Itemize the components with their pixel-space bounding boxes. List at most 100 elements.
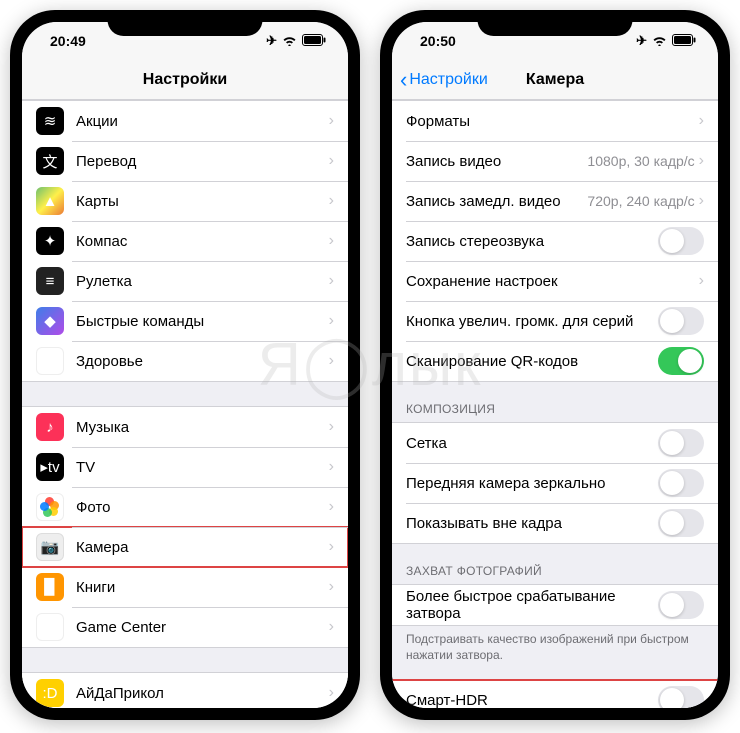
row-label: Запись стереозвука: [406, 233, 658, 250]
chevron-right-icon: ›: [329, 272, 334, 290]
measure-icon: ≡: [36, 267, 64, 295]
notch: [108, 10, 263, 36]
setting-row: Показывать вне кадра: [392, 503, 718, 543]
notch: [478, 10, 633, 36]
chevron-right-icon: ›: [329, 684, 334, 702]
screen-right: 20:50 ✈ ‹ Настройки Камера Форматы›Запис…: [392, 22, 718, 708]
toggle-switch[interactable]: [658, 509, 704, 537]
settings-row-ad[interactable]: :DАйДаПрикол›: [22, 673, 348, 708]
row-label: TV: [76, 459, 329, 476]
books-icon: ▉: [36, 573, 64, 601]
toggle-switch[interactable]: [658, 591, 704, 619]
row-detail: 1080p, 30 кадр/с: [587, 153, 694, 169]
battery-icon: [302, 34, 326, 49]
setting-row[interactable]: Сохранение настроек›: [392, 261, 718, 301]
wifi-icon: [652, 34, 667, 49]
nav-bar: ‹ Настройки Камера: [392, 60, 718, 100]
settings-list[interactable]: ≋Акции›文Перевод›▲Карты›✦Компас›≡Рулетка›…: [22, 100, 348, 708]
row-label: Форматы: [406, 113, 699, 130]
section-footer-shutter: Подстраивать качество изображений при бы…: [392, 626, 718, 671]
row-label: Камера: [76, 539, 329, 556]
row-label: Передняя камера зеркально: [406, 475, 658, 492]
toggle-switch[interactable]: [658, 347, 704, 375]
chevron-right-icon: ›: [329, 312, 334, 330]
status-icons: ✈: [636, 33, 696, 49]
clock: 20:50: [420, 33, 456, 49]
row-label: Сетка: [406, 435, 658, 452]
toggle-switch[interactable]: [658, 227, 704, 255]
toggle-switch[interactable]: [658, 429, 704, 457]
page-title: Камера: [526, 71, 584, 89]
setting-row[interactable]: Запись видео1080p, 30 кадр/с ›: [392, 141, 718, 181]
camera-settings-list[interactable]: Форматы›Запись видео1080p, 30 кадр/с›Зап…: [392, 100, 718, 708]
screen-left: 20:49 ✈ Настройки ≋Акции›文Перевод›▲Карты…: [22, 22, 348, 708]
row-label: Быстрые команды: [76, 313, 329, 330]
compass-icon: ✦: [36, 227, 64, 255]
chevron-right-icon: ›: [699, 152, 704, 170]
airplane-icon: ✈: [266, 33, 277, 49]
phone-frame-right: 20:50 ✈ ‹ Настройки Камера Форматы›Запис…: [380, 10, 730, 720]
chevron-right-icon: ›: [329, 352, 334, 370]
settings-row-measure[interactable]: ≡ Рулетка›: [22, 261, 348, 301]
setting-row: Сканирование QR-кодов: [392, 341, 718, 381]
setting-row[interactable]: Форматы›: [392, 101, 718, 141]
row-label: Сохранение настроек: [406, 273, 699, 290]
setting-row: Передняя камера зеркально: [392, 463, 718, 503]
section-header-capture: ЗАХВАТ ФОТОГРАФИЙ: [392, 544, 718, 584]
maps-icon: ▲: [36, 187, 64, 215]
page-title: Настройки: [143, 71, 227, 89]
chevron-right-icon: ›: [329, 418, 334, 436]
status-icons: ✈: [266, 33, 326, 49]
settings-row-tv[interactable]: ▸tvTV›: [22, 447, 348, 487]
back-label: Настройки: [409, 71, 487, 89]
row-label: Акции: [76, 113, 329, 130]
row-label: Карты: [76, 193, 329, 210]
settings-row-photos[interactable]: Фото›: [22, 487, 348, 527]
chevron-right-icon: ›: [329, 578, 334, 596]
row-label: Кнопка увелич. громк. для серий: [406, 313, 658, 330]
row-label: Game Center: [76, 619, 329, 636]
setting-row: Запись стереозвука: [392, 221, 718, 261]
setting-row: Смарт-HDR: [392, 680, 718, 708]
settings-row-compass[interactable]: ✦Компас›: [22, 221, 348, 261]
battery-icon: [672, 34, 696, 49]
toggle-switch[interactable]: [658, 307, 704, 335]
chevron-right-icon: ›: [699, 272, 704, 290]
row-label: Запись видео: [406, 153, 587, 170]
gc-icon: ●●: [36, 613, 64, 641]
settings-row-camera[interactable]: 📷Камера›: [22, 527, 348, 567]
chevron-right-icon: ›: [329, 538, 334, 556]
settings-row-shortcuts[interactable]: ◆ Быстрые команды›: [22, 301, 348, 341]
settings-row-books[interactable]: ▉Книги›: [22, 567, 348, 607]
row-label: Рулетка: [76, 273, 329, 290]
chevron-right-icon: ›: [329, 152, 334, 170]
airplane-icon: ✈: [636, 33, 647, 49]
settings-row-translate[interactable]: 文 Перевод›: [22, 141, 348, 181]
chevron-right-icon: ›: [329, 232, 334, 250]
translate-icon: 文: [36, 147, 64, 175]
setting-row: Сетка: [392, 423, 718, 463]
toggle-switch[interactable]: [658, 686, 704, 708]
chevron-right-icon: ›: [329, 498, 334, 516]
wifi-icon: [282, 34, 297, 49]
chevron-right-icon: ›: [329, 112, 334, 130]
settings-row-health[interactable]: ♥Здоровье›: [22, 341, 348, 381]
row-label: Перевод: [76, 153, 329, 170]
shortcuts-icon: ◆: [36, 307, 64, 335]
row-label: Сканирование QR-кодов: [406, 353, 658, 370]
setting-row: Более быстрое срабатывание затвора: [392, 585, 718, 625]
back-button[interactable]: ‹ Настройки: [400, 69, 488, 91]
settings-row-gc[interactable]: ●●Game Center›: [22, 607, 348, 647]
settings-row-maps[interactable]: ▲Карты›: [22, 181, 348, 221]
nav-bar: Настройки: [22, 60, 348, 100]
chevron-right-icon: ›: [699, 112, 704, 130]
toggle-switch[interactable]: [658, 469, 704, 497]
chevron-right-icon: ›: [699, 192, 704, 210]
settings-row-music[interactable]: ♪Музыка›: [22, 407, 348, 447]
setting-row[interactable]: Запись замедл. видео720p, 240 кадр/с›: [392, 181, 718, 221]
row-label: Музыка: [76, 419, 329, 436]
settings-row-stocks[interactable]: ≋Акции›: [22, 101, 348, 141]
section-header-composition: КОМПОЗИЦИЯ: [392, 382, 718, 422]
row-label: Запись замедл. видео: [406, 193, 587, 210]
row-label: Более быстрое срабатывание затвора: [406, 588, 658, 622]
